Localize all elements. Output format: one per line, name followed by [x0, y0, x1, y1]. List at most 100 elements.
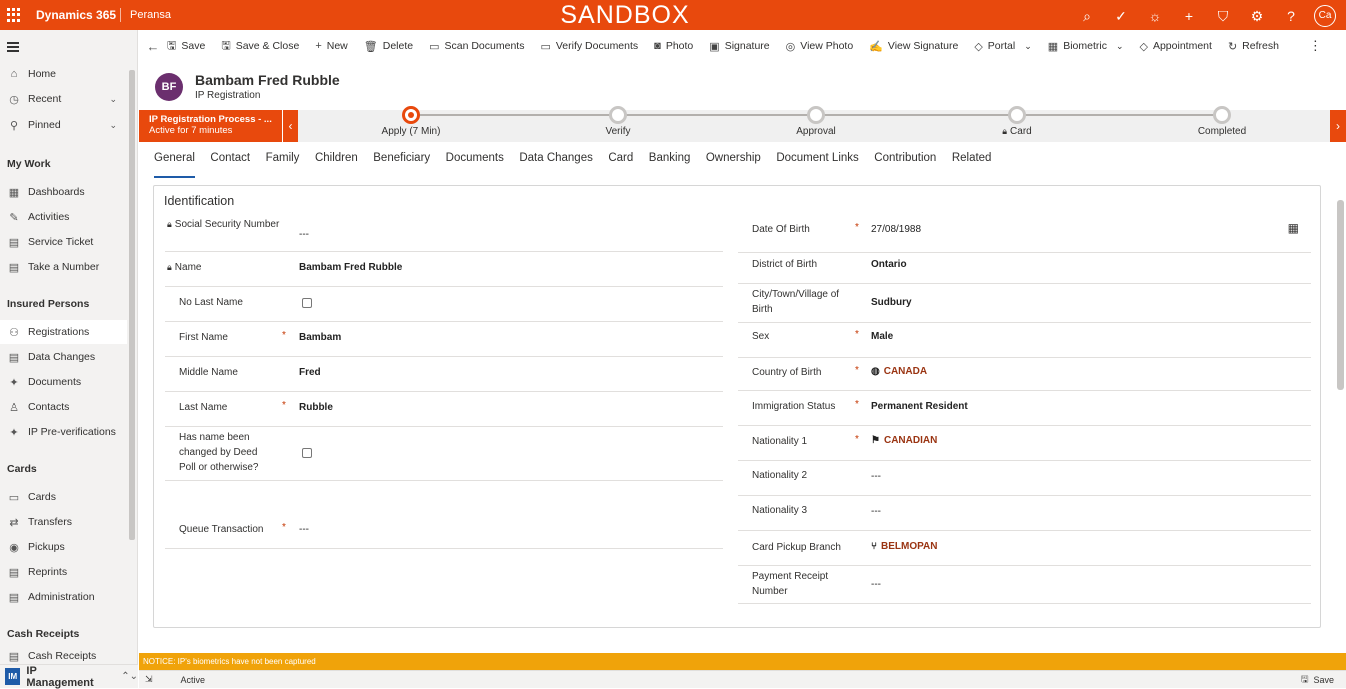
- hamburger-icon[interactable]: [7, 42, 19, 54]
- payment-receipt-value[interactable]: ---: [871, 579, 881, 590]
- area-switcher[interactable]: IM IP Management ⌃⌄: [0, 664, 138, 689]
- tab-general[interactable]: General: [154, 152, 195, 178]
- environment-name[interactable]: Peransa: [130, 9, 171, 21]
- nationality-2-value[interactable]: ---: [871, 471, 881, 482]
- sidebar-item-pinned[interactable]: ⚲ Pinned ⌄: [0, 113, 127, 137]
- tab-document-links[interactable]: Document Links: [776, 152, 858, 178]
- portal-button[interactable]: ◇ Portal ⌄: [974, 40, 1031, 53]
- filter-icon[interactable]: ⛉: [1206, 6, 1240, 26]
- chevron-right-icon[interactable]: ›: [1330, 110, 1346, 142]
- user-avatar[interactable]: Ca: [1314, 5, 1336, 27]
- help-icon[interactable]: ?: [1274, 6, 1308, 26]
- more-commands-icon[interactable]: ⋮: [1309, 38, 1322, 54]
- name-changed-checkbox[interactable]: [302, 448, 312, 458]
- plus-icon[interactable]: +: [1172, 6, 1206, 26]
- sidebar-item-cash-receipts[interactable]: ▤ Cash Receipts: [0, 650, 127, 662]
- sidebar-item-take-a-number[interactable]: ▤ Take a Number: [0, 255, 127, 279]
- sidebar-item-transfers[interactable]: ⇄ Transfers: [0, 510, 127, 534]
- last-name-value[interactable]: Rubble: [299, 402, 333, 413]
- lock-icon: 🔒︎: [1002, 126, 1008, 136]
- tab-ownership[interactable]: Ownership: [706, 152, 761, 178]
- signature-button[interactable]: ▣ Signature: [709, 40, 769, 53]
- delete-button[interactable]: 🗑 Delete: [364, 40, 413, 53]
- view-signature-button[interactable]: ✍ View Signature: [869, 40, 958, 53]
- ssn-value[interactable]: ---: [299, 229, 309, 240]
- task-icon[interactable]: ✓: [1104, 6, 1138, 26]
- sidebar-item-registrations[interactable]: ⚇ Registrations: [0, 320, 127, 344]
- back-arrow-icon[interactable]: ←: [139, 39, 167, 54]
- photo-button[interactable]: ◙ Photo: [654, 40, 693, 52]
- lightbulb-icon[interactable]: ☼: [1138, 6, 1172, 26]
- nationality-3-value[interactable]: ---: [871, 506, 881, 517]
- sidebar-item-dashboards[interactable]: ▦ Dashboards: [0, 180, 127, 204]
- queue-transaction-value[interactable]: ---: [299, 524, 309, 535]
- sidebar-item-administration[interactable]: ▤ Administration: [0, 585, 127, 609]
- tab-banking[interactable]: Banking: [649, 152, 691, 178]
- chevron-down-icon[interactable]: ⌄: [109, 94, 117, 105]
- sidebar-item-activities[interactable]: ✎ Activities: [0, 205, 127, 229]
- sidebar-item-cards[interactable]: ▭ Cards: [0, 485, 127, 509]
- refresh-button[interactable]: ↻ Refresh: [1228, 40, 1279, 53]
- tab-documents[interactable]: Documents: [446, 152, 504, 178]
- sidebar-item-service-ticket[interactable]: ▤ Service Ticket: [0, 230, 127, 254]
- sidebar-scrollbar[interactable]: [129, 70, 135, 540]
- country-of-birth-lookup[interactable]: ◍ CANADA: [871, 366, 927, 377]
- field-card-pickup-branch: Card Pickup Branch ⑂ BELMOPAN: [738, 531, 1311, 566]
- app-name[interactable]: Dynamics 365: [36, 8, 116, 22]
- tab-data-changes[interactable]: Data Changes: [519, 152, 593, 178]
- stage-card[interactable]: 🔒︎ Card: [957, 106, 1077, 137]
- sidebar-item-reprints[interactable]: ▤ Reprints: [0, 560, 127, 584]
- middle-name-value[interactable]: Fred: [299, 367, 321, 378]
- sidebar-item-ip-pre-verifications[interactable]: ✦ IP Pre-verifications: [0, 420, 127, 444]
- district-of-birth-value[interactable]: Ontario: [871, 259, 907, 270]
- stage-completed[interactable]: Completed: [1162, 106, 1282, 137]
- sidebar-item-contacts[interactable]: ♙ Contacts: [0, 395, 127, 419]
- tab-card[interactable]: Card: [608, 152, 633, 178]
- command-bar: ← 🖫 Save 🖫 Save & Close + New 🗑 Delete ▭ Scan…: [139, 30, 1346, 62]
- view-photo-button[interactable]: ◎ View Photo: [786, 40, 854, 53]
- sidebar-item-recent[interactable]: ◷ Recent ⌄: [0, 87, 127, 111]
- active-process[interactable]: IP Registration Process - ... Active for…: [139, 110, 282, 142]
- appointment-button[interactable]: ◇ Appointment: [1140, 40, 1212, 53]
- sidebar-item-home[interactable]: ⌂ Home: [0, 62, 127, 86]
- sex-value[interactable]: Male: [871, 331, 893, 342]
- tab-children[interactable]: Children: [315, 152, 358, 178]
- required-marker: *: [855, 399, 859, 410]
- biometric-button[interactable]: ▦ Biometric ⌄: [1048, 40, 1124, 53]
- sidebar-item-documents[interactable]: ✦ Documents: [0, 370, 127, 394]
- nationality-1-lookup[interactable]: ⚑ CANADIAN: [871, 435, 937, 446]
- tab-beneficiary[interactable]: Beneficiary: [373, 152, 430, 178]
- tab-family[interactable]: Family: [266, 152, 300, 178]
- first-name-value[interactable]: Bambam: [299, 332, 341, 343]
- sidebar-item-pickups[interactable]: ◉ Pickups: [0, 535, 127, 559]
- form-scrollbar[interactable]: [1337, 200, 1344, 390]
- sidebar-item-data-changes[interactable]: ▤ Data Changes: [0, 345, 127, 369]
- search-icon[interactable]: ⌕: [1070, 6, 1104, 26]
- no-last-name-checkbox[interactable]: [302, 298, 312, 308]
- save-button[interactable]: 🖫 Save: [167, 37, 205, 56]
- save-close-button[interactable]: 🖫 Save & Close: [221, 37, 299, 56]
- scan-documents-button[interactable]: ▭ Scan Documents: [429, 40, 524, 53]
- save-icon: 🖫: [1300, 673, 1309, 684]
- gear-icon[interactable]: ⚙: [1240, 6, 1274, 26]
- date-of-birth-value[interactable]: 27/08/1988: [871, 224, 921, 235]
- chevron-left-icon[interactable]: ‹: [282, 110, 298, 142]
- new-button[interactable]: + New: [315, 40, 347, 52]
- stage-verify[interactable]: Verify: [558, 106, 678, 137]
- immigration-status-value[interactable]: Permanent Resident: [871, 401, 968, 412]
- calendar-icon[interactable]: ▦: [1288, 221, 1299, 235]
- stage-approval[interactable]: Approval: [756, 106, 876, 137]
- expand-icon[interactable]: ⇲: [145, 674, 153, 685]
- view-icon: ◎: [785, 40, 796, 53]
- verify-documents-button[interactable]: ▭ Verify Documents: [540, 40, 638, 53]
- name-value[interactable]: Bambam Fred Rubble: [299, 262, 402, 273]
- tab-contribution[interactable]: Contribution: [874, 152, 936, 178]
- tab-related[interactable]: Related: [952, 152, 992, 178]
- chevron-down-icon[interactable]: ⌄: [109, 120, 117, 131]
- card-pickup-branch-lookup[interactable]: ⑂ BELMOPAN: [871, 541, 937, 552]
- tab-contact[interactable]: Contact: [210, 152, 250, 178]
- stage-apply[interactable]: Apply (7 Min): [351, 106, 471, 137]
- app-launcher-icon[interactable]: [7, 8, 21, 22]
- city-of-birth-value[interactable]: Sudbury: [871, 297, 912, 308]
- status-save-button[interactable]: 🖫 Save: [1301, 672, 1334, 688]
